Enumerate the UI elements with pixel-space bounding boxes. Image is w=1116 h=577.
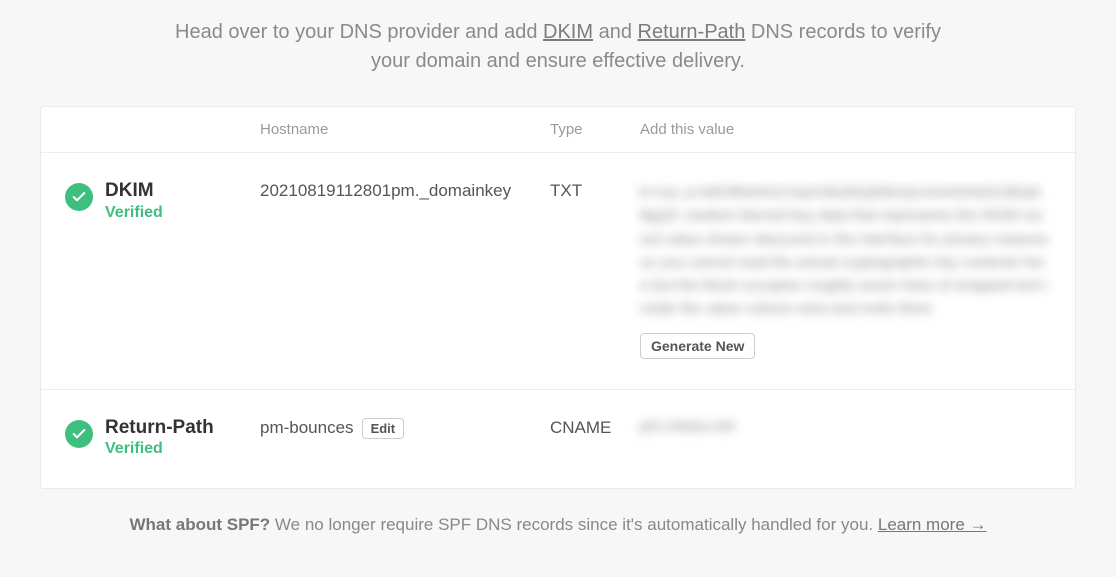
dkim-type: TXT — [550, 181, 640, 359]
verified-check-icon — [65, 420, 93, 448]
header-hostname: Hostname — [260, 121, 550, 138]
dkim-row: DKIM Verified 20210819112801pm._domainke… — [41, 153, 1075, 390]
header-type: Type — [550, 121, 640, 138]
return-path-value-blurred: pm.mtasv.net — [640, 418, 1051, 436]
dns-records-card: Hostname Type Add this value DKIM Verifi… — [40, 106, 1076, 489]
generate-new-button[interactable]: Generate New — [640, 333, 755, 359]
spf-text: We no longer require SPF DNS records sin… — [270, 515, 878, 534]
intro-prefix: Head over to your DNS provider and add — [175, 21, 543, 43]
verified-check-icon — [65, 183, 93, 211]
return-path-status: Verified — [105, 440, 214, 458]
edit-hostname-button[interactable]: Edit — [362, 418, 405, 439]
intro-mid: and — [593, 21, 637, 43]
table-header: Hostname Type Add this value — [41, 107, 1075, 153]
learn-more-link[interactable]: Learn more → — [878, 515, 987, 534]
return-path-row: Return-Path Verified pm-bounces Edit CNA… — [41, 390, 1075, 489]
header-value: Add this value — [640, 121, 1051, 138]
return-path-name: Return-Path — [105, 418, 214, 439]
dkim-name: DKIM — [105, 181, 163, 202]
return-path-type: CNAME — [550, 418, 640, 459]
spf-heading: What about SPF? — [129, 515, 270, 534]
dkim-value-blurred: k=rsa; p=MIGfMA0GCSqGSIb3DQEBAQUAA4GNADC… — [640, 181, 1051, 321]
spf-footer: What about SPF? We no longer require SPF… — [0, 489, 1116, 535]
dkim-status: Verified — [105, 204, 163, 222]
return-path-link[interactable]: Return-Path — [638, 21, 746, 43]
return-path-hostname: pm-bounces — [260, 418, 354, 438]
dkim-hostname: 20210819112801pm._domainkey — [260, 181, 550, 359]
intro-text: Head over to your DNS provider and add D… — [118, 0, 998, 106]
dkim-link[interactable]: DKIM — [543, 21, 593, 43]
